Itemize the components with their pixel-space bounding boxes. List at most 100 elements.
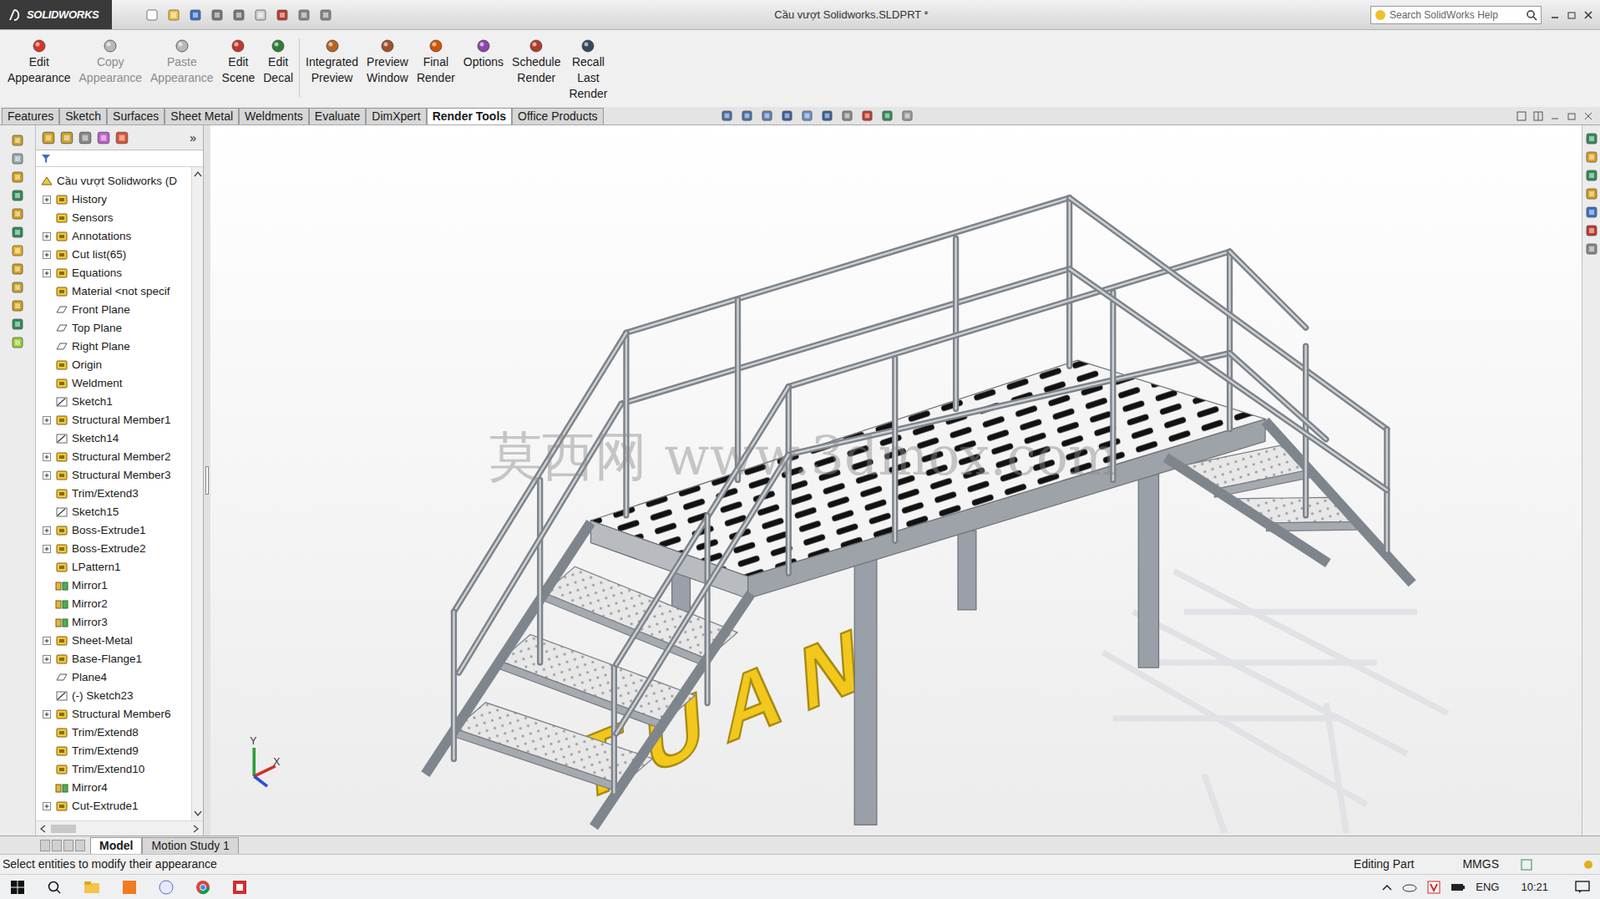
- manager-tab-icon[interactable]: [77, 130, 93, 146]
- tree-item[interactable]: Base-Flange1: [40, 649, 192, 669]
- command-tab[interactable]: Weldments: [238, 107, 309, 125]
- splitter-handle[interactable]: [205, 465, 209, 495]
- tab-scroll-icon[interactable]: [63, 839, 74, 851]
- tree-item[interactable]: Trim/Extend10: [40, 759, 192, 779]
- expand-icon[interactable]: [42, 544, 51, 553]
- tree-item[interactable]: Trim/Extend3: [40, 484, 192, 503]
- model-canvas[interactable]: TUAN莫西网 www.3dmox.comYX: [210, 125, 1582, 836]
- ribbon-button[interactable]: FinalRender: [412, 38, 460, 87]
- tree-item[interactable]: Sheet-Metal: [40, 631, 192, 650]
- tree-item[interactable]: Equations: [40, 263, 192, 283]
- minimize-icon[interactable]: [1549, 10, 1560, 21]
- task-pane-icon[interactable]: [1584, 131, 1599, 146]
- view-tool-icon[interactable]: [720, 109, 734, 122]
- clock[interactable]: 10:21: [1520, 878, 1549, 896]
- ribbon-button[interactable]: CopyAppearance: [75, 38, 147, 87]
- file-explorer-icon[interactable]: [83, 879, 101, 895]
- filter-row[interactable]: [35, 150, 203, 168]
- solidworks-taskbar-icon[interactable]: [232, 879, 248, 895]
- manager-tab-icon[interactable]: [59, 130, 75, 146]
- tree-item[interactable]: Sketch1: [40, 392, 192, 411]
- ribbon-button[interactable]: RecallLastRender: [564, 38, 612, 102]
- expand-slot[interactable]: [41, 249, 52, 260]
- tree-item[interactable]: Structural Member6: [40, 704, 192, 724]
- close-icon[interactable]: [1583, 10, 1594, 21]
- search-icon[interactable]: [1525, 9, 1538, 21]
- triad[interactable]: YX: [249, 734, 280, 786]
- view-tool-icon[interactable]: [860, 109, 874, 122]
- scroll-down-icon[interactable]: [193, 810, 203, 817]
- tree-item[interactable]: Mirror1: [40, 576, 192, 595]
- manager-tab-icon[interactable]: [40, 130, 56, 146]
- tool-icon[interactable]: [10, 280, 25, 294]
- status-units[interactable]: MMGS: [1462, 855, 1499, 873]
- ribbon-button[interactable]: ScheduleRender: [507, 38, 565, 87]
- tree-item[interactable]: Material <not specif: [40, 282, 192, 301]
- close-icon[interactable]: [1583, 111, 1594, 122]
- task-pane-icon[interactable]: [1584, 205, 1599, 219]
- tool-icon[interactable]: [10, 225, 25, 239]
- task-pane-icon[interactable]: [1584, 150, 1599, 164]
- ribbon-button[interactable]: EditAppearance: [3, 38, 76, 87]
- bottom-tab[interactable]: Model: [90, 836, 142, 854]
- view-tool-icon[interactable]: [800, 109, 814, 122]
- tree-item[interactable]: Trim/Extend8: [40, 723, 192, 742]
- tree-item[interactable]: Origin: [40, 355, 192, 375]
- tree-item[interactable]: Right Plane: [40, 337, 192, 356]
- tree-item[interactable]: Structural Member2: [40, 447, 192, 466]
- expand-icon[interactable]: [42, 636, 51, 645]
- graphics-area[interactable]: TUAN莫西网 www.3dmox.comYX: [210, 125, 1582, 836]
- manager-tab-icon[interactable]: [96, 130, 112, 146]
- chrome-icon[interactable]: [195, 879, 211, 895]
- expand-icon[interactable]: [42, 709, 51, 719]
- tree-item[interactable]: Boss-Extrude1: [40, 521, 192, 540]
- tool-icon[interactable]: [10, 335, 25, 350]
- view-tool-icon[interactable]: [881, 109, 894, 122]
- tool-icon[interactable]: [10, 243, 25, 258]
- language-indicator[interactable]: ENG: [1475, 878, 1499, 896]
- tree-hscrollbar[interactable]: [35, 820, 203, 836]
- battery-icon[interactable]: [1450, 881, 1466, 892]
- expand-icon[interactable]: [42, 415, 51, 425]
- expand-slot[interactable]: [41, 525, 52, 536]
- filter-icon[interactable]: [40, 153, 51, 164]
- expand-slot[interactable]: [41, 415, 52, 426]
- tree-item[interactable]: Top Plane: [40, 318, 192, 338]
- expand-icon[interactable]: [42, 250, 51, 259]
- tile-icon[interactable]: [1516, 111, 1527, 122]
- quick-access-icon[interactable]: [188, 8, 203, 22]
- tree-item[interactable]: History: [40, 190, 192, 209]
- command-tab[interactable]: Sketch: [59, 107, 107, 125]
- manager-tab-icon[interactable]: [114, 130, 130, 146]
- minimize-icon[interactable]: [1549, 111, 1560, 122]
- splitter[interactable]: [203, 125, 211, 836]
- expand-icon[interactable]: [42, 526, 51, 535]
- tool-icon[interactable]: [10, 188, 25, 203]
- command-tab[interactable]: Render Tools: [426, 107, 512, 125]
- expand-slot[interactable]: [41, 800, 52, 811]
- tree-item[interactable]: Mirror4: [40, 778, 192, 797]
- cloud-icon[interactable]: [1402, 881, 1418, 892]
- restore-icon[interactable]: [1566, 111, 1577, 122]
- view-tool-icon[interactable]: [740, 109, 754, 122]
- windows-start-icon[interactable]: [10, 879, 26, 895]
- quick-access-icon[interactable]: [253, 8, 268, 22]
- command-tab[interactable]: Office Products: [511, 107, 603, 125]
- tree-item[interactable]: Sensors: [40, 208, 192, 228]
- tool-icon[interactable]: [10, 151, 25, 166]
- expand-slot[interactable]: [41, 653, 52, 664]
- task-pane-icon[interactable]: [1584, 168, 1599, 183]
- expand-icon[interactable]: [42, 801, 51, 811]
- expand-icon[interactable]: [42, 268, 51, 278]
- expand-icon[interactable]: [42, 232, 51, 241]
- expand-slot[interactable]: [41, 635, 52, 646]
- ribbon-button[interactable]: IntegratedPreview: [301, 38, 363, 87]
- quick-access-icon[interactable]: [167, 8, 181, 22]
- quick-access-icon[interactable]: [275, 8, 289, 22]
- scroll-up-icon[interactable]: [193, 170, 203, 178]
- quick-access-icon[interactable]: [232, 8, 246, 22]
- tree-item[interactable]: (-) Sketch23: [40, 686, 192, 705]
- expand-slot[interactable]: [41, 194, 52, 205]
- ribbon-button[interactable]: PreviewWindow: [362, 38, 413, 87]
- expand-icon[interactable]: [42, 195, 51, 204]
